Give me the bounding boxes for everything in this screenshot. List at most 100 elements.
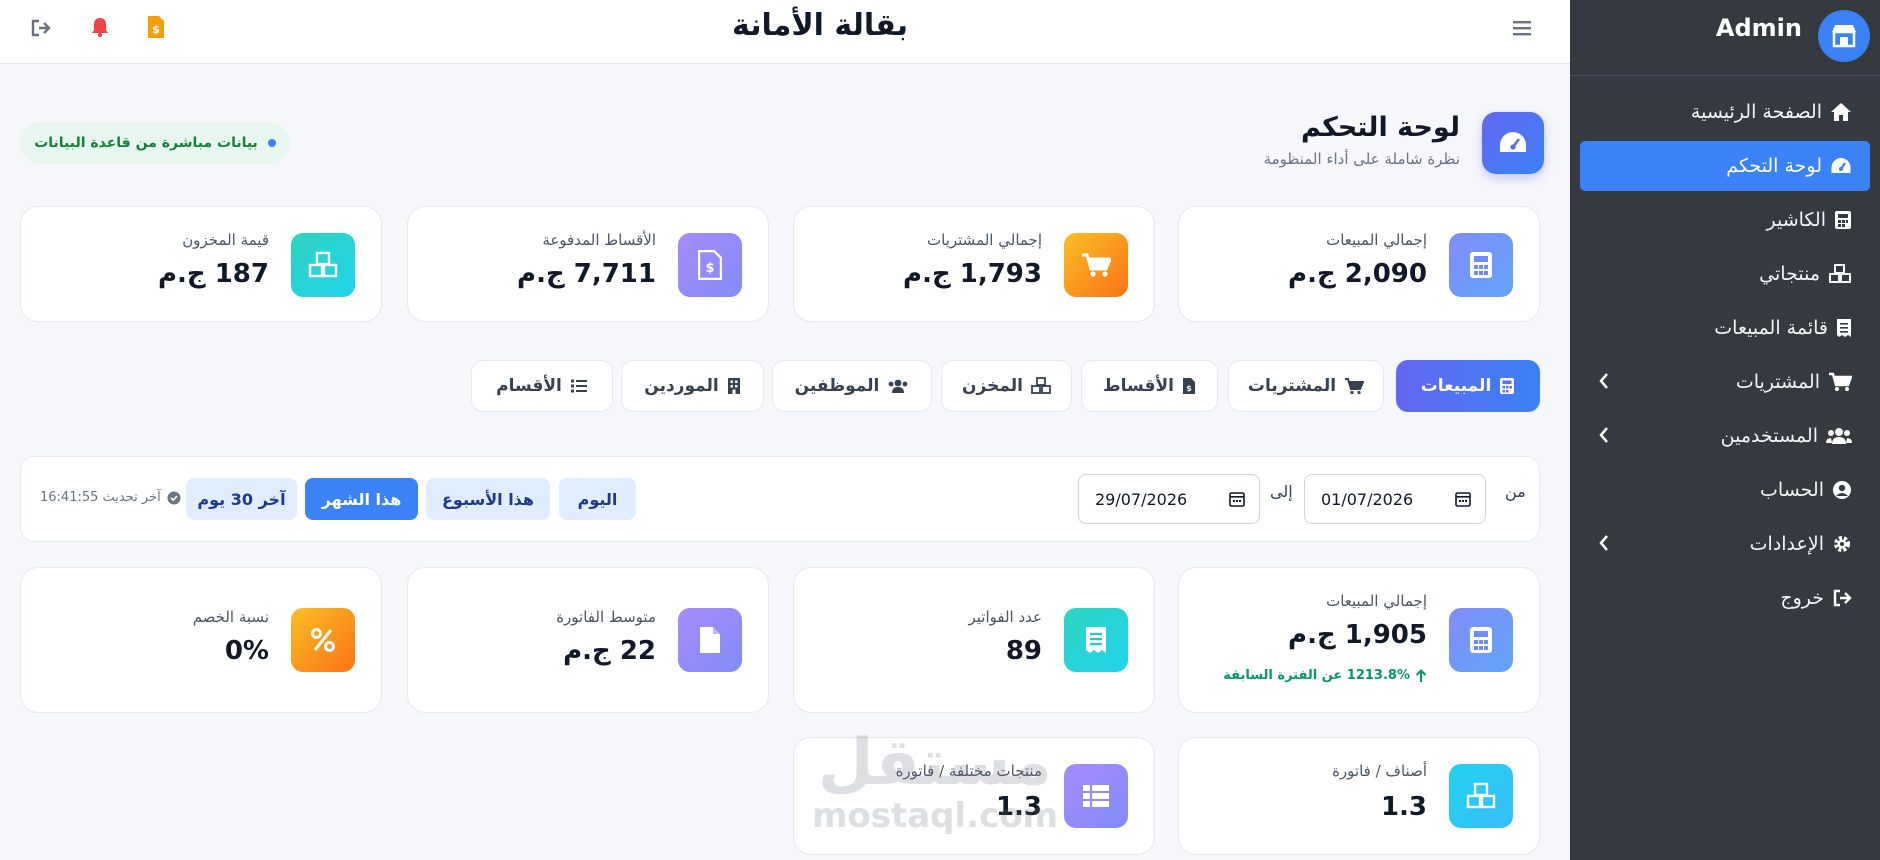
card-label: أصناف / فاتورة: [1332, 762, 1427, 780]
sidebar-item-label: الحساب: [1760, 479, 1824, 501]
tab-suppliers[interactable]: الموردين: [621, 360, 764, 412]
card-value: 2,090 ج.م: [1288, 259, 1427, 289]
sidebar-item-home[interactable]: الصفحة الرئيسية: [1580, 87, 1870, 137]
stat-card-discount-rate: نسبة الخصم 0%: [20, 567, 382, 713]
cubes-icon: [1031, 377, 1051, 394]
card-value: 0%: [224, 636, 269, 666]
svg-text:$: $: [152, 23, 160, 36]
card-value: 1,905 ج.م: [1288, 620, 1427, 650]
brand-name: Admin: [1715, 14, 1802, 42]
last-update-text: آخر تحديث 16:41:55: [40, 490, 161, 505]
tab-label: الأقسام: [496, 376, 562, 396]
card-value: 1.3: [995, 792, 1042, 822]
stat-card-total-sales: إجمالي المبيعات 1,905 ج.م 1213.8% عن الف…: [1178, 567, 1540, 713]
sidebar-item-label: الإعدادات: [1749, 533, 1824, 555]
sidebar-item-settings[interactable]: الإعدادات: [1580, 519, 1870, 569]
sidebar-item-purchases[interactable]: المشتريات: [1580, 357, 1870, 407]
file-icon: [678, 608, 742, 672]
page-subtitle: نظرة شاملة على أداء المنظومة: [1263, 150, 1460, 168]
sidebar-item-label: الكاشير: [1766, 209, 1827, 231]
hamburger-icon[interactable]: [1512, 19, 1532, 37]
cubes-icon: [291, 233, 355, 297]
invoice-dollar-icon: $: [1182, 378, 1195, 394]
topbar: $ بقالة الأمانة: [0, 0, 1570, 64]
sign-out-icon[interactable]: [30, 18, 52, 38]
calendar-icon[interactable]: [1229, 491, 1245, 507]
store-logo-icon: [1818, 10, 1870, 62]
card-label: منتجات مختلفة / فاتورة: [895, 762, 1042, 780]
tab-label: الموردين: [644, 376, 719, 396]
cubes-icon: [1449, 764, 1513, 828]
svg-text:$: $: [1186, 384, 1192, 393]
card-label: عدد الفواتير: [968, 608, 1043, 626]
sidebar-item-label: قائمة المبيعات: [1714, 317, 1828, 339]
summary-card-paid-installments: $ الأقساط المدفوعة 7,711 ج.م: [407, 206, 769, 322]
preset-today-button[interactable]: اليوم: [559, 478, 636, 520]
sidebar-item-products[interactable]: منتجاتي: [1580, 249, 1870, 299]
tab-installments[interactable]: $ الأقساط: [1081, 360, 1218, 412]
live-data-badge: بيانات مباشرة من قاعدة البيانات: [20, 122, 290, 164]
invoice-icon[interactable]: $: [147, 15, 165, 39]
calendar-icon[interactable]: [1455, 491, 1471, 507]
tab-inventory[interactable]: المخزن: [941, 360, 1072, 412]
invoice-dollar-icon: $: [678, 233, 742, 297]
tab-label: الأقساط: [1103, 376, 1174, 396]
tab-sales[interactable]: المبيعات: [1396, 360, 1540, 412]
sidebar-item-label: خروج: [1780, 587, 1824, 609]
sidebar-item-account[interactable]: الحساب: [1580, 465, 1870, 515]
stat-card-items-per-invoice: أصناف / فاتورة 1.3: [1178, 737, 1540, 855]
list-icon: [570, 379, 587, 393]
sidebar-item-sales-list[interactable]: قائمة المبيعات: [1580, 303, 1870, 353]
card-label: إجمالي المبيعات: [1326, 231, 1427, 249]
summary-card-total-purchases: إجمالي المشتريات 1,793 ج.م: [793, 206, 1155, 322]
to-label: إلى: [1270, 482, 1293, 501]
sidebar: Admin الصفحة الرئيسية لوحة التحكم الكاشي…: [1570, 0, 1880, 860]
trend-text: 1213.8% عن الفترة السابقة: [1223, 668, 1410, 683]
preset-this-week-button[interactable]: هذا الأسبوع: [426, 478, 550, 520]
receipt-icon: [1837, 319, 1851, 337]
sidebar-item-users[interactable]: المستخدمين: [1580, 411, 1870, 461]
cubes-icon: [1829, 264, 1851, 283]
bell-icon[interactable]: [90, 16, 110, 38]
calculator-icon: [1449, 608, 1513, 672]
tab-categories[interactable]: الأقسام: [471, 360, 613, 412]
preset-last-30-days-button[interactable]: آخر 30 يوم: [186, 478, 297, 520]
card-label: متوسط الفاتورة: [556, 608, 656, 626]
tab-employees[interactable]: الموظفين: [772, 360, 932, 412]
arrow-up-icon: [1415, 668, 1427, 682]
chevron-left-icon[interactable]: [1598, 372, 1610, 390]
from-date-value: 01/07/2026: [1321, 489, 1414, 509]
sidebar-item-cashier[interactable]: الكاشير: [1580, 195, 1870, 245]
calculator-icon: [1500, 378, 1515, 394]
from-date-input[interactable]: 01/07/2026: [1304, 474, 1486, 524]
table-icon: [1064, 764, 1128, 828]
tab-label: الموظفين: [794, 376, 880, 396]
preset-this-month-button[interactable]: هذا الشهر: [305, 478, 418, 520]
trend-indicator: 1213.8% عن الفترة السابقة: [1223, 668, 1427, 683]
chevron-left-icon[interactable]: [1598, 534, 1610, 552]
building-icon: [727, 378, 740, 394]
dashboard-header-icon: [1482, 112, 1544, 174]
home-icon: [1831, 103, 1851, 121]
page-title: لوحة التحكم: [1300, 112, 1460, 143]
tab-label: المبيعات: [1420, 376, 1492, 396]
chevron-left-icon[interactable]: [1598, 426, 1610, 444]
card-label: نسبة الخصم: [192, 608, 269, 626]
card-label: قيمة المخزون: [182, 231, 269, 249]
stat-card-average-invoice: متوسط الفاتورة 22 ج.م: [407, 567, 769, 713]
tab-label: المخزن: [962, 376, 1023, 396]
calculator-icon: [1835, 211, 1851, 229]
cart-icon: [1829, 372, 1852, 391]
sidebar-item-logout[interactable]: خروج: [1580, 573, 1870, 623]
card-value: 1,793 ج.م: [903, 259, 1042, 289]
to-date-input[interactable]: 29/07/2026: [1078, 474, 1260, 524]
stat-card-invoice-count: عدد الفواتير 89: [793, 567, 1155, 713]
svg-text:$: $: [705, 261, 714, 276]
app-title: بقالة الأمانة: [732, 8, 908, 43]
sidebar-item-dashboard[interactable]: لوحة التحكم: [1580, 141, 1870, 191]
stat-card-distinct-products-per-invoice: منتجات مختلفة / فاتورة 1.3: [793, 737, 1155, 855]
tab-purchases[interactable]: المشتريات: [1228, 360, 1384, 412]
users-icon: [888, 379, 908, 393]
sidebar-item-label: الصفحة الرئيسية: [1690, 101, 1822, 123]
gauge-icon: [1500, 132, 1526, 152]
